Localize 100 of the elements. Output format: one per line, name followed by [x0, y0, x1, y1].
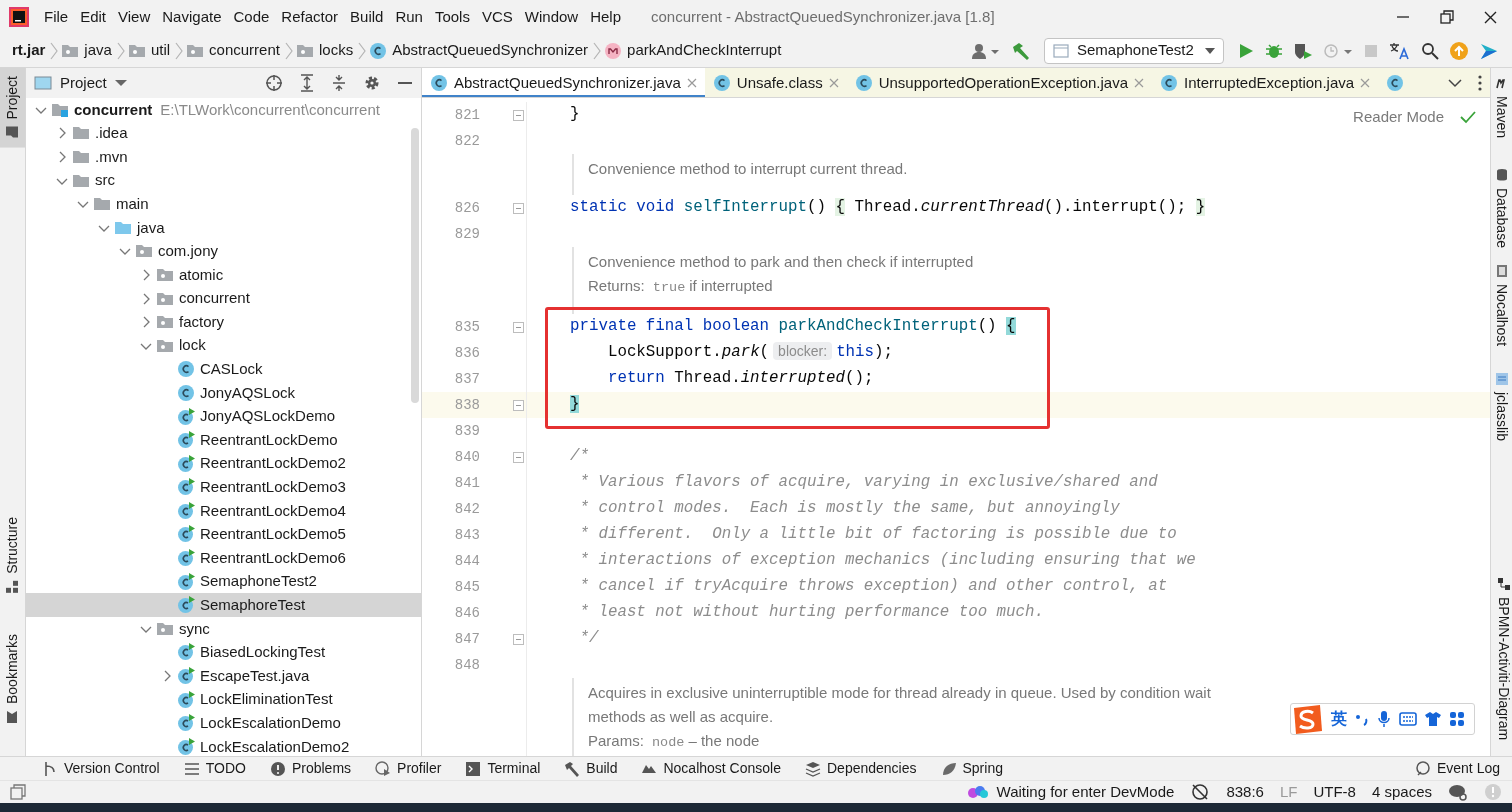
fold-icon[interactable] — [513, 202, 524, 214]
menu-item[interactable]: VCS — [475, 3, 519, 31]
fold-icon[interactable] — [513, 399, 524, 411]
menu-item[interactable]: Tools — [428, 3, 476, 31]
input-mode-toggle[interactable]: 英 — [1331, 707, 1347, 731]
tree-item[interactable]: atomic — [26, 263, 421, 287]
tree-item[interactable]: ReentrantLockDemo3 — [26, 475, 421, 500]
bug-icon[interactable] — [1265, 41, 1283, 60]
translate-icon[interactable] — [1389, 41, 1411, 60]
menu-item[interactable]: Help — [584, 3, 628, 31]
grid-icon[interactable] — [1449, 711, 1465, 727]
tree-item[interactable]: sync — [26, 617, 421, 641]
file-encoding[interactable]: UTF-8 — [1313, 780, 1356, 804]
tree-item[interactable]: main — [26, 192, 421, 216]
shirt-icon[interactable] — [1425, 711, 1441, 727]
tree-item[interactable]: src — [26, 168, 421, 193]
search-icon[interactable] — [1421, 41, 1439, 60]
indent-setting[interactable]: 4 spaces — [1371, 780, 1432, 804]
breadcrumb[interactable]: locks — [316, 39, 356, 62]
tree-item[interactable]: LockEscalationDemo — [26, 711, 421, 736]
tree-item[interactable]: .mvn — [26, 145, 421, 169]
tree-item[interactable]: SemaphoneTest2 — [26, 569, 421, 594]
tool-window-tab[interactable]: Bookmarks — [0, 625, 25, 732]
run-config-select[interactable]: SemaphoneTest2 — [1044, 37, 1224, 64]
tool-window-tab[interactable]: Project — [0, 68, 25, 148]
menu-item[interactable]: Navigate — [156, 3, 228, 31]
editor-tab[interactable]: InterruptedException.java — [1152, 68, 1379, 97]
tree-item[interactable]: concurrent E:\TLWork\concurrent\concurrent — [26, 98, 421, 122]
menu-item[interactable]: Window — [518, 3, 585, 31]
locate-icon[interactable] — [265, 74, 283, 92]
scrollbar-thumb[interactable] — [411, 128, 419, 403]
cursor-position[interactable]: 838:6 — [1226, 780, 1264, 804]
breadcrumb[interactable]: java — [82, 39, 114, 62]
tool-window-button[interactable]: Problems — [257, 758, 364, 779]
tool-window-button[interactable]: Terminal — [453, 758, 553, 779]
menu-item[interactable]: Edit — [74, 3, 113, 31]
tool-window-button[interactable]: Event Log — [1402, 758, 1512, 779]
breadcrumb[interactable]: rt.jar — [10, 39, 48, 62]
tree-item[interactable]: ReentrantLockDemo4 — [26, 499, 421, 523]
tool-window-tab[interactable]: Maven — [1491, 68, 1512, 147]
editor-tab[interactable]: UnsupportedOperationException.java — [846, 68, 1152, 97]
tool-window-button[interactable]: Version Control — [30, 758, 172, 779]
breadcrumb[interactable]: AbstractQueuedSynchronizer — [390, 39, 591, 62]
keyboard-icon[interactable] — [1399, 712, 1417, 726]
menu-item[interactable]: View — [112, 3, 157, 31]
tool-window-button[interactable]: Build — [552, 758, 630, 779]
reader-mode-link[interactable]: Reader Mode — [1353, 106, 1444, 129]
fold-icon[interactable] — [513, 109, 524, 121]
tool-window-button[interactable]: Profiler — [363, 758, 454, 779]
tree-item[interactable]: EscapeTest.java — [26, 664, 421, 688]
tree-item[interactable]: com.jony — [26, 239, 421, 264]
tool-window-button[interactable]: Nocalhost Console — [629, 758, 793, 779]
fold-icon[interactable] — [513, 633, 524, 645]
tool-window-tab[interactable]: jclasslib — [1491, 364, 1512, 450]
fold-icon[interactable] — [513, 451, 524, 463]
tool-window-tab[interactable]: Nocalhost — [1491, 255, 1512, 355]
tree-item[interactable]: ReentrantLockDemo2 — [26, 451, 421, 476]
tool-window-button[interactable]: Spring — [928, 758, 1015, 779]
breadcrumb[interactable]: concurrent — [207, 39, 282, 62]
fold-icon[interactable] — [513, 321, 524, 333]
settings-icon[interactable] — [363, 74, 381, 92]
tree-item[interactable]: LockEscalationDemo2 — [26, 735, 421, 756]
tree-item[interactable]: .idea — [26, 121, 421, 146]
tool-window-tab[interactable]: Database — [1491, 160, 1512, 256]
app-icon[interactable] — [1479, 41, 1499, 60]
tool-window-button[interactable]: Dependencies — [793, 758, 929, 779]
user-icon[interactable] — [971, 41, 1001, 60]
chevron-down-icon[interactable] — [1448, 77, 1462, 88]
tree-item[interactable]: ReentrantLockDemo5 — [26, 522, 421, 547]
restore-icon[interactable] — [1437, 8, 1455, 26]
editor-tab[interactable]: AbstractQueuedSynchronizer.java — [422, 68, 705, 97]
breadcrumb[interactable]: util — [148, 39, 173, 62]
editor-tab[interactable]: Unsafe.class — [704, 68, 847, 97]
view-select[interactable]: Project — [34, 71, 127, 95]
cloud-gear-icon[interactable] — [1448, 783, 1468, 801]
tree-item[interactable]: SemaphoreTest — [26, 593, 421, 618]
collapse-all-icon[interactable] — [331, 74, 347, 92]
tree-item[interactable]: BiasedLockingTest — [26, 640, 421, 665]
run-icon[interactable] — [1237, 41, 1255, 60]
menu-item[interactable]: Code — [227, 3, 276, 31]
tree-item[interactable]: ReentrantLockDemo — [26, 428, 421, 452]
tree-item[interactable]: ReentrantLockDemo6 — [26, 546, 421, 570]
tree-item[interactable]: concurrent — [26, 286, 421, 311]
panel-toggle-icon[interactable] — [10, 784, 26, 800]
tree-item[interactable]: LockEliminationTest — [26, 687, 421, 712]
more-icon[interactable] — [1478, 74, 1482, 91]
tree-item[interactable]: JonyAQSLockDemo — [26, 404, 421, 429]
tree-item[interactable]: java — [26, 215, 421, 240]
menu-item[interactable]: Run — [389, 3, 429, 31]
clock-run-icon[interactable] — [1323, 41, 1353, 60]
microphone-icon[interactable] — [1377, 710, 1391, 728]
menu-item[interactable]: Build — [344, 3, 390, 31]
shield-run-icon[interactable] — [1293, 41, 1313, 60]
tool-window-tab[interactable]: Structure — [0, 509, 25, 602]
no-connection-icon[interactable] — [1190, 783, 1211, 801]
tree-item[interactable]: factory — [26, 310, 421, 334]
tree-item[interactable]: JonyAQSLock — [26, 381, 421, 405]
ime-logo-icon[interactable] — [1291, 704, 1323, 734]
menu-item[interactable]: File — [38, 3, 75, 31]
menu-item[interactable]: Refactor — [275, 3, 345, 31]
